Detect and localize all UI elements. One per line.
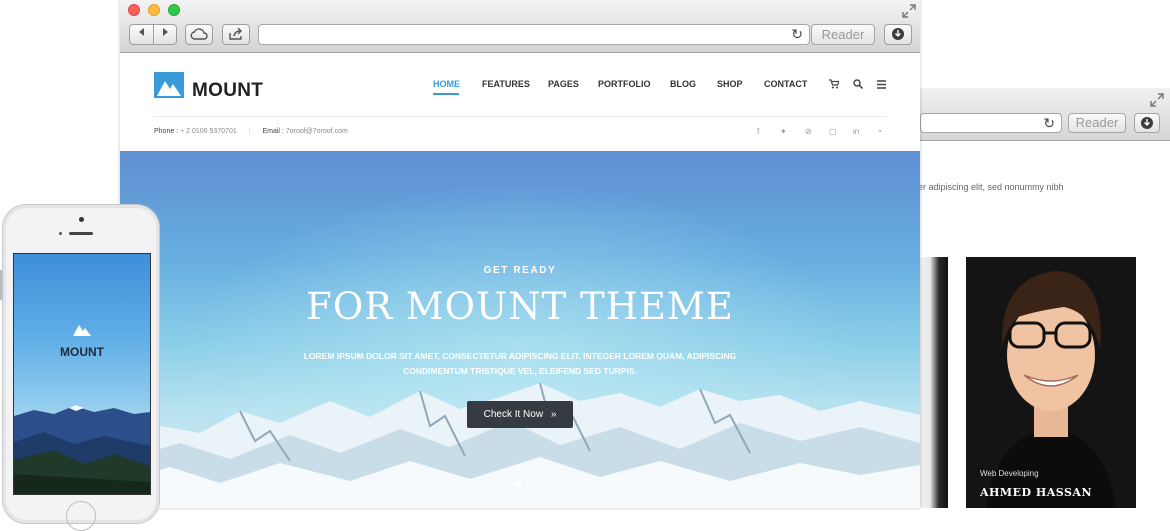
check-it-now-button[interactable]: Check It Now »	[467, 401, 573, 428]
phone-logo-text: MOUNT	[60, 345, 104, 359]
back-download-button[interactable]	[1134, 113, 1160, 133]
share-icon	[229, 27, 242, 40]
header-divider	[154, 116, 886, 117]
cloud-icon	[190, 28, 208, 40]
site-logo-text[interactable]: MOUNT	[192, 80, 263, 102]
hero-kicker: GET READY	[483, 265, 557, 276]
hero-slider: GET READY FOR MOUNT THEME LOREM IPSUM DO…	[120, 151, 920, 508]
snowy-mountains-image	[120, 382, 920, 508]
menu-item-home[interactable]: HOME	[433, 79, 460, 89]
iphone-mockup: MOUNT	[2, 204, 160, 531]
back-body-text: er adipiscing elit, sed nonummy nibh	[918, 182, 1064, 192]
zoom-window-button[interactable]	[168, 4, 180, 16]
share-button[interactable]	[222, 24, 250, 45]
back-browser-toolbar: ↻ Reader	[918, 88, 1170, 141]
menu-icon[interactable]	[877, 80, 887, 89]
search-icon[interactable]	[853, 79, 863, 89]
phone-home-button[interactable]	[66, 501, 96, 531]
phone-camera	[79, 217, 84, 222]
back-button[interactable]	[131, 27, 153, 43]
hero-description-line-1: LOREM IPSUM DOLOR SIT AMET, CONSECTETUR …	[303, 351, 737, 361]
back-reader-button[interactable]: Reader	[1068, 113, 1126, 133]
back-arrow-icon	[139, 28, 144, 36]
email-label: Email :	[262, 128, 284, 135]
facebook-icon[interactable]: f	[757, 127, 759, 136]
hero-description-line-2: CONDIMENTUM TRISTIQUE VEL, ELEIFEND SED …	[403, 366, 637, 376]
hero-description: LOREM IPSUM DOLOR SIT AMET, CONSECTETUR …	[270, 349, 770, 379]
team-member-card[interactable]: Web Developing AHMED HASSAN	[966, 257, 1136, 508]
expand-icon[interactable]	[1150, 93, 1164, 107]
menu-item-features[interactable]: FEATURES	[482, 79, 530, 89]
email-value[interactable]: 7oroof@7oroof.com	[286, 128, 348, 135]
forward-arrow-icon	[163, 28, 168, 36]
hero-title: FOR MOUNT THEME	[306, 285, 734, 328]
icloud-tabs-button[interactable]	[185, 24, 213, 45]
reader-button[interactable]: Reader	[811, 24, 875, 45]
url-bar[interactable]: ↻	[258, 24, 810, 45]
contact-separator: |	[248, 128, 251, 135]
linkedin-icon[interactable]: in	[853, 127, 859, 136]
phone-side-button	[0, 270, 2, 300]
back-url-bar[interactable]: ↻	[920, 113, 1062, 133]
menu-item-shop[interactable]: SHOP	[717, 79, 743, 89]
twitter-icon[interactable]: ✦	[780, 127, 787, 136]
mount-logo-icon	[73, 325, 91, 336]
active-menu-indicator	[433, 93, 459, 95]
main-browser-window: ↻ Reader MOUNT HOME FEATURES PAGES PORTF…	[120, 0, 920, 508]
vimeo-icon[interactable]: ▢	[829, 127, 837, 136]
minimize-window-button[interactable]	[148, 4, 160, 16]
pinterest-icon[interactable]: ⊘	[805, 127, 812, 136]
phone-speaker	[69, 232, 93, 235]
reload-icon[interactable]: ↻	[1043, 115, 1055, 132]
rss-icon[interactable]: ◔	[877, 127, 882, 136]
downloads-button[interactable]	[884, 24, 912, 45]
team-photo-partial	[918, 257, 948, 508]
menu-item-portfolio[interactable]: PORTFOLIO	[598, 79, 651, 89]
phone-screen: MOUNT	[13, 253, 151, 495]
menu-item-blog[interactable]: BLOG	[670, 79, 696, 89]
slider-dot-2[interactable]	[526, 482, 531, 487]
browser-toolbar: ↻ Reader	[120, 0, 920, 53]
reload-icon[interactable]: ↻	[791, 26, 803, 43]
phone-sensor	[59, 232, 62, 235]
back-forward-control	[129, 24, 177, 45]
cart-icon[interactable]	[829, 79, 839, 89]
phone-label: Phone :	[154, 128, 179, 135]
menu-item-contact[interactable]: CONTACT	[764, 79, 807, 89]
menu-item-pages[interactable]: PAGES	[548, 79, 579, 89]
expand-icon[interactable]	[902, 4, 916, 18]
close-window-button[interactable]	[128, 4, 140, 16]
forward-button[interactable]	[154, 27, 176, 43]
phone-value: + 2 0106 5370701	[180, 128, 237, 135]
contact-bar: Phone : + 2 0106 5370701 | Email : 7oroo…	[154, 128, 348, 135]
check-it-now-label: Check It Now	[483, 409, 544, 420]
mount-logo-icon[interactable]	[154, 72, 184, 98]
phone-mountain-image	[14, 405, 150, 494]
slider-dot-1[interactable]	[516, 482, 521, 487]
download-icon	[892, 28, 904, 40]
team-member-name: AHMED HASSAN	[980, 486, 1093, 499]
double-chevron-right-icon: »	[550, 409, 557, 420]
download-icon	[1141, 117, 1153, 129]
team-member-role: Web Developing	[980, 469, 1039, 478]
back-browser-window: ↻ Reader er adipiscing elit, sed nonummy…	[918, 88, 1170, 508]
